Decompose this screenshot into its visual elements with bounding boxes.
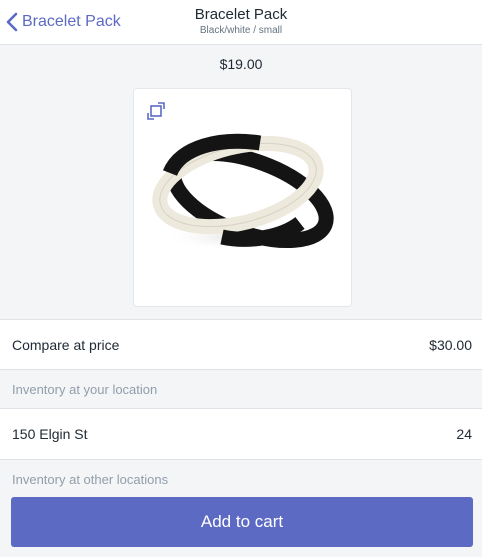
add-to-cart-label: Add to cart — [200, 512, 284, 531]
navigation-bar: Bracelet Pack Bracelet Pack Black/white … — [0, 0, 482, 45]
product-price: $19.00 — [219, 56, 263, 72]
variant-detail-screen: Bracelet Pack Bracelet Pack Black/white … — [0, 0, 482, 557]
compare-price-label: Compare at price — [12, 337, 120, 353]
bracelet-image — [152, 133, 334, 251]
inventory-your-location-header: Inventory at your location — [12, 382, 158, 397]
compare-price-value: $30.00 — [429, 337, 472, 353]
expand-icon — [147, 102, 165, 120]
location-row[interactable]: 150 Elgin St 24 — [0, 408, 482, 460]
product-image-card[interactable] — [133, 88, 352, 307]
inventory-other-locations-header: Inventory at other locations — [12, 472, 169, 487]
page-subtitle: Black/white / small — [199, 25, 283, 36]
page-title: Bracelet Pack — [194, 6, 288, 23]
compare-price-row: Compare at price $30.00 — [0, 319, 482, 370]
add-to-cart-button[interactable]: Add to cart — [11, 497, 473, 547]
expand-image-button[interactable] — [143, 98, 169, 124]
location-inventory-count: 24 — [456, 426, 472, 442]
location-name: 150 Elgin St — [12, 426, 88, 442]
